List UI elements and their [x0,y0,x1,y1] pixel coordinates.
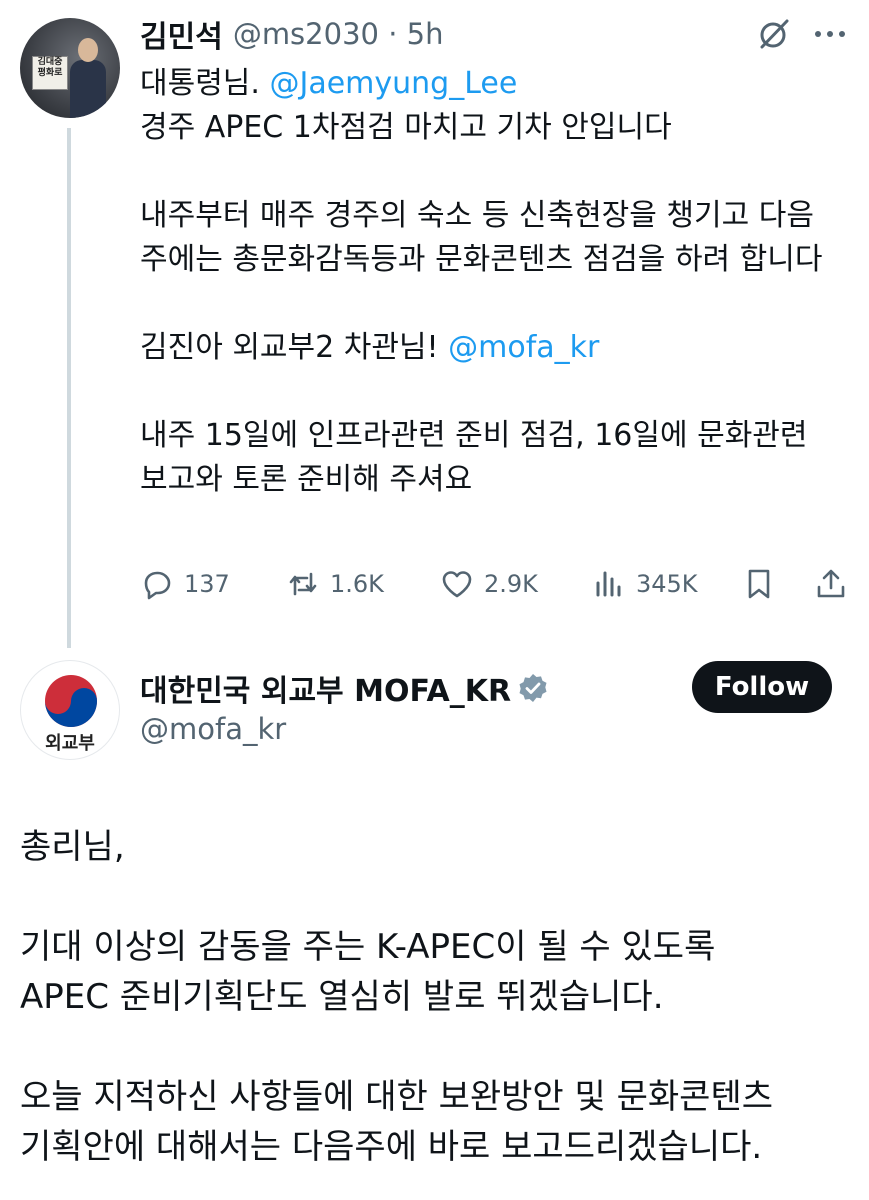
tweet1-para4: 내주 15일에 인프라관련 준비 점검, 16일에 문화관련 보고와 토론 준비… [140,418,808,497]
repost-count: 1.6K [330,570,384,598]
author-handle-time[interactable]: @ms2030 · 5h [233,17,444,51]
tweet1-action-bar: 137 1.6K 2.9K 345K [140,564,852,604]
mention-mofa-kr[interactable]: @mofa_kr [448,330,599,365]
repost-icon [289,572,317,596]
tweet2-para3-line2: 기획안에 대해서는 다음주에 바로 보고드리겠습니다. [20,1127,763,1167]
avatar-sign: 김대중 평화로 [32,56,68,90]
tweet1-header: 김민석 @ms2030 · 5h [140,12,444,56]
reply-icon [144,571,171,600]
tweet1-para2: 내주부터 매주 경주의 숙소 등 신축현장을 챙기고 다음 주에는 총문화감독등… [140,198,823,277]
views-count: 345K [636,570,698,598]
tweet2-para3-line1: 오늘 지적하신 사항들에 대한 보완방안 및 문화콘텐츠 [20,1077,774,1117]
views-icon [596,571,621,597]
account-name[interactable]: 대한민국 외교부 MOFA_KR [140,666,511,710]
tweet2-para2-line2: APEC 준비기획단도 열심히 발로 뛰겠습니다. [20,977,664,1017]
tweet2-para1: 총리님, [20,827,125,867]
tweet2-para2-line1: 기대 이상의 감동을 주는 K-APEC이 될 수 있도록 [20,927,716,967]
repost-button[interactable]: 1.6K [286,564,384,604]
more-icon[interactable] [810,22,850,46]
tweet1-para3: 김진아 외교부2 차관님! @mofa_kr [140,330,600,365]
share-button[interactable] [814,564,858,604]
grok-icon[interactable] [756,16,792,52]
like-button[interactable]: 2.9K [440,564,538,604]
views-button[interactable]: 345K [592,564,698,604]
account-handle[interactable]: @mofa_kr [140,712,286,746]
like-count: 2.9K [484,570,538,598]
reply-count: 137 [184,570,230,598]
tweet1-text: 대통령님. @Jaemyung_Lee 경주 APEC 1차점검 마치고 기차 … [140,62,840,502]
taegeuk-logo-icon [45,675,97,727]
reply-button[interactable]: 137 [140,564,230,604]
share-icon [817,569,845,598]
tweet2-text: 총리님, 기대 이상의 감동을 주는 K-APEC이 될 수 있도록 APEC … [20,822,850,1172]
author-name[interactable]: 김민석 [140,12,223,56]
avatar-mofa-kr[interactable]: 외교부 [20,660,120,760]
avatar-person [70,38,106,118]
avatar-label: 외교부 [45,733,95,754]
like-icon [442,571,472,598]
follow-button[interactable]: Follow [692,661,832,713]
tweet1-line2: 경주 APEC 1차점검 마치고 기차 안입니다 [140,110,672,145]
tweet2-header: 대한민국 외교부 MOFA_KR [140,666,549,710]
bookmark-icon [748,569,770,599]
verified-badge-icon [519,674,547,702]
avatar-ms2030[interactable]: 김대중 평화로 [20,18,120,118]
tweet1-line1: 대통령님. @Jaemyung_Lee [140,66,518,101]
mention-jaemyung-lee[interactable]: @Jaemyung_Lee [269,66,517,101]
bookmark-button[interactable] [742,564,786,604]
thread-connector-line [67,128,71,648]
